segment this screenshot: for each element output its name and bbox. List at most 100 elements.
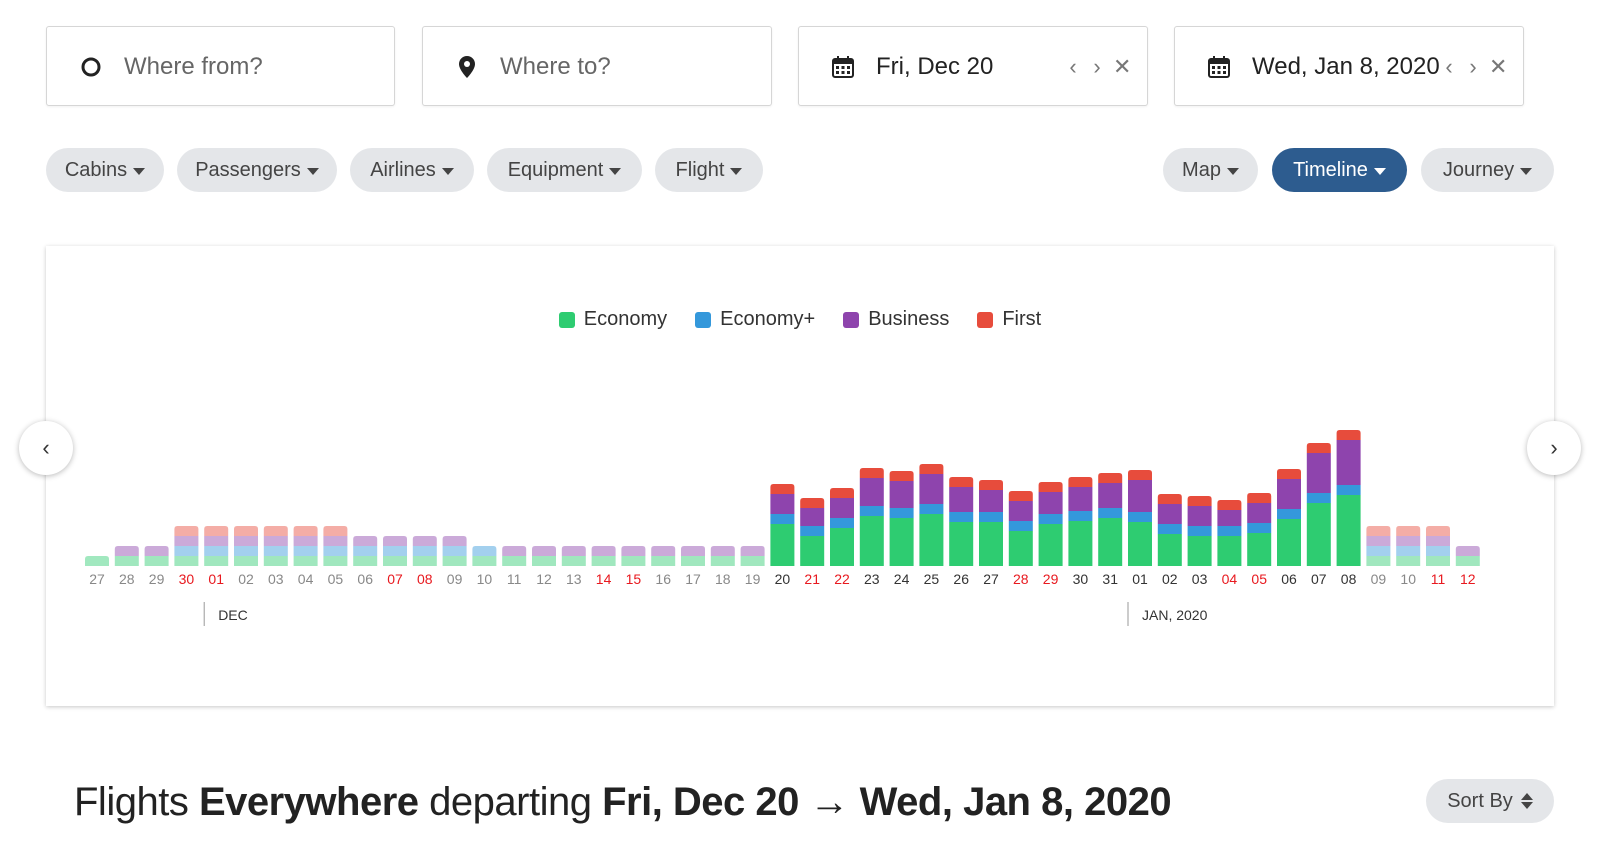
day-bar-25[interactable] <box>830 488 854 566</box>
day-bar-37[interactable] <box>1187 496 1212 566</box>
day-bar-40[interactable] <box>1277 469 1301 566</box>
bar-segment-business <box>1396 536 1421 546</box>
day-bar-3[interactable] <box>174 526 199 566</box>
day-bar-38[interactable] <box>1217 500 1242 566</box>
passengers-filter-button[interactable]: Passengers <box>177 148 337 192</box>
day-bar-36[interactable] <box>1157 494 1182 566</box>
chart-prev-button[interactable]: ‹ <box>19 421 73 475</box>
day-bar-16[interactable] <box>561 546 586 566</box>
day-bar-33[interactable] <box>1068 477 1093 566</box>
day-bar-41[interactable] <box>1306 443 1331 566</box>
map-view-button[interactable]: Map <box>1163 148 1258 192</box>
journey-view-button[interactable]: Journey <box>1421 148 1554 192</box>
day-bar-42[interactable] <box>1336 430 1361 566</box>
day-bar-26[interactable] <box>859 468 884 566</box>
sort-arrows-icon <box>1520 793 1533 809</box>
bar-segment-business <box>1336 440 1361 485</box>
clear-date-close-icon[interactable]: ✕ <box>1113 53 1131 81</box>
bar-segment-business <box>234 536 258 546</box>
results-prefix: Flights <box>74 780 189 824</box>
day-bar-6[interactable] <box>263 526 288 566</box>
day-bar-30[interactable] <box>979 480 1003 566</box>
return-date-field[interactable]: Wed, Jan 8, 2020 ‹ › ✕ <box>1174 26 1524 106</box>
bar-segment-economy-plus <box>1038 514 1063 524</box>
bar-segment-business <box>591 546 616 556</box>
bar-segment-economy <box>353 556 378 566</box>
day-bar-20[interactable] <box>681 546 705 566</box>
bar-segment-economy-plus <box>442 546 467 556</box>
bar-segment-first <box>1008 491 1033 501</box>
day-bar-7[interactable] <box>293 526 318 566</box>
day-bar-35[interactable] <box>1128 470 1152 566</box>
day-bar-4[interactable] <box>204 526 229 566</box>
day-bar-22[interactable] <box>740 546 765 566</box>
day-bar-23[interactable] <box>770 484 795 566</box>
day-bar-5[interactable] <box>234 526 258 566</box>
x-tick-label: 07 <box>1311 571 1327 587</box>
day-bar-17[interactable] <box>591 546 616 566</box>
airlines-filter-button[interactable]: Airlines <box>350 148 474 192</box>
day-bar-15[interactable] <box>532 546 556 566</box>
day-bar-9[interactable] <box>353 536 378 566</box>
day-bar-18[interactable] <box>621 546 646 566</box>
day-bar-2[interactable] <box>144 546 169 566</box>
day-bar-31[interactable] <box>1008 491 1033 566</box>
sort-by-button[interactable]: Sort By <box>1426 779 1554 823</box>
chart-next-button[interactable]: › <box>1527 421 1581 475</box>
equipment-filter-button[interactable]: Equipment <box>487 148 642 192</box>
day-bar-39[interactable] <box>1247 493 1272 566</box>
day-bar-46[interactable] <box>1455 546 1480 566</box>
chevron-left-icon: ‹ <box>42 435 50 460</box>
destination-field[interactable]: Where to? <box>422 26 772 106</box>
day-bar-8[interactable] <box>323 526 348 566</box>
day-bar-27[interactable] <box>889 471 914 566</box>
day-bar-44[interactable] <box>1396 526 1421 566</box>
bar-segment-first <box>234 526 258 536</box>
bar-segment-economy <box>1068 521 1093 566</box>
bar-segment-first <box>889 471 914 481</box>
x-tick-label: 04 <box>298 571 314 587</box>
day-bar-43[interactable] <box>1366 526 1391 566</box>
bar-segment-economy <box>293 556 318 566</box>
day-bar-34[interactable] <box>1098 473 1123 566</box>
bar-segment-first <box>1038 482 1063 492</box>
bar-segment-economy-plus <box>1277 509 1301 519</box>
day-bar-29[interactable] <box>949 477 974 566</box>
bar-segment-business <box>1068 487 1093 511</box>
day-bar-45[interactable] <box>1426 526 1450 566</box>
day-bar-28[interactable] <box>919 464 944 566</box>
bar-segment-business <box>1128 480 1152 512</box>
day-bar-19[interactable] <box>651 546 676 566</box>
prev-date-chevron-icon[interactable]: ‹ <box>1441 53 1457 81</box>
day-bar-32[interactable] <box>1038 482 1063 566</box>
bar-segment-economy <box>412 556 437 566</box>
bar-segment-economy <box>1306 503 1331 566</box>
bar-segment-economy-plus <box>979 512 1003 522</box>
day-bar-21[interactable] <box>710 546 735 566</box>
day-bar-13[interactable] <box>472 546 497 566</box>
depart-date-field[interactable]: Fri, Dec 20 ‹ › ✕ <box>798 26 1148 106</box>
day-bar-1[interactable] <box>114 546 139 566</box>
bar-segment-economy-plus <box>1187 526 1212 536</box>
depart-date-value: Fri, Dec 20 <box>876 53 994 80</box>
day-bar-24[interactable] <box>800 498 825 566</box>
day-bar-0[interactable] <box>85 556 109 566</box>
bar-segment-economy <box>1038 524 1063 566</box>
origin-field[interactable]: Where from? <box>46 26 395 106</box>
cabins-filter-button[interactable]: Cabins <box>46 148 164 192</box>
prev-date-chevron-icon[interactable]: ‹ <box>1065 53 1081 81</box>
origin-placeholder: Where from? <box>124 53 263 80</box>
flight-filter-button[interactable]: Flight <box>655 148 763 192</box>
bar-segment-economy-plus <box>1128 512 1152 522</box>
bar-segment-economy <box>234 556 258 566</box>
day-bar-12[interactable] <box>442 536 467 566</box>
bar-segment-first <box>1306 443 1331 453</box>
day-bar-11[interactable] <box>412 536 437 566</box>
clear-date-close-icon[interactable]: ✕ <box>1489 53 1507 81</box>
day-bar-10[interactable] <box>383 536 407 566</box>
next-date-chevron-icon[interactable]: › <box>1465 53 1481 81</box>
next-date-chevron-icon[interactable]: › <box>1089 53 1105 81</box>
x-tick-label: 08 <box>1341 571 1357 587</box>
timeline-view-button[interactable]: Timeline <box>1272 148 1407 192</box>
day-bar-14[interactable] <box>502 546 527 566</box>
